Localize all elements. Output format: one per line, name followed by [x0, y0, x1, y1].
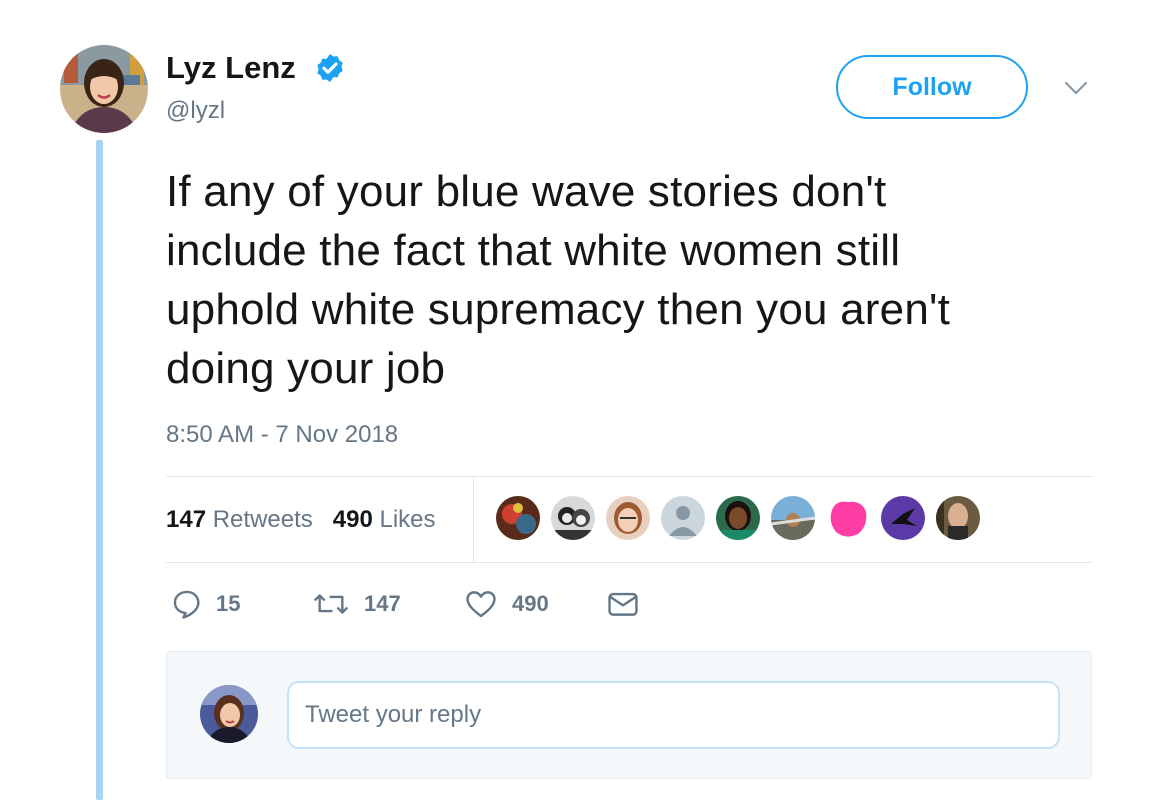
liker-avatar[interactable]: [936, 496, 980, 540]
heart-icon: [466, 591, 496, 618]
likes-label: Likes: [379, 506, 436, 533]
liker-avatar[interactable]: [826, 496, 870, 540]
tweet-text-line: If any of your blue wave stories don't: [166, 167, 887, 216]
liker-avatar[interactable]: [661, 496, 705, 540]
liker-avatars: [496, 496, 991, 542]
direct-message-icon: [608, 592, 638, 616]
liker-avatar[interactable]: [716, 496, 760, 540]
retweets-stat[interactable]: 147 Retweets: [166, 506, 313, 534]
retweets-count: 147: [166, 506, 207, 533]
stats-divider: [473, 478, 474, 562]
thread-line: [96, 140, 103, 800]
tweet-stats: 147 Retweets 490 Likes: [166, 500, 456, 540]
reply-icon: [173, 590, 200, 619]
likes-stat[interactable]: 490 Likes: [333, 506, 436, 534]
author-name[interactable]: Lyz Lenz: [166, 50, 296, 86]
liker-avatar[interactable]: [881, 496, 925, 540]
retweet-icon: [313, 594, 349, 614]
tweet-timestamp[interactable]: 8:50 AM - 7 Nov 2018: [166, 420, 398, 450]
like-count: 490: [512, 591, 549, 616]
tweet-text: If any of your blue wave stories don't i…: [166, 162, 1116, 398]
liker-avatar[interactable]: [606, 496, 650, 540]
verified-badge-icon: [317, 54, 343, 82]
divider: [166, 562, 1092, 563]
liker-avatar[interactable]: [771, 496, 815, 540]
reply-input[interactable]: Tweet your reply: [287, 681, 1060, 749]
tweet-text-line: include the fact that white women still: [166, 226, 901, 275]
retweet-count: 147: [364, 591, 401, 616]
tweet-text-line: uphold white supremacy then you aren't: [166, 285, 951, 334]
liker-avatar[interactable]: [551, 496, 595, 540]
tweet-text-line: doing your job: [166, 344, 446, 393]
author-handle[interactable]: @lyzl: [166, 96, 225, 126]
current-user-avatar[interactable]: [200, 685, 258, 743]
follow-button[interactable]: Follow: [836, 55, 1028, 119]
reply-action[interactable]: 15: [170, 587, 312, 621]
divider: [166, 476, 1092, 477]
liker-avatar[interactable]: [496, 496, 540, 540]
retweets-label: Retweets: [212, 506, 313, 533]
retweet-action[interactable]: 147: [312, 587, 464, 621]
direct-message-action[interactable]: [606, 587, 640, 621]
likes-count: 490: [332, 506, 373, 533]
reply-count: 15: [216, 591, 241, 616]
tweet-actions: 15 147 490: [170, 586, 640, 622]
author-avatar[interactable]: [60, 45, 148, 133]
like-action[interactable]: 490: [464, 587, 606, 621]
chevron-down-icon[interactable]: [1062, 78, 1090, 98]
